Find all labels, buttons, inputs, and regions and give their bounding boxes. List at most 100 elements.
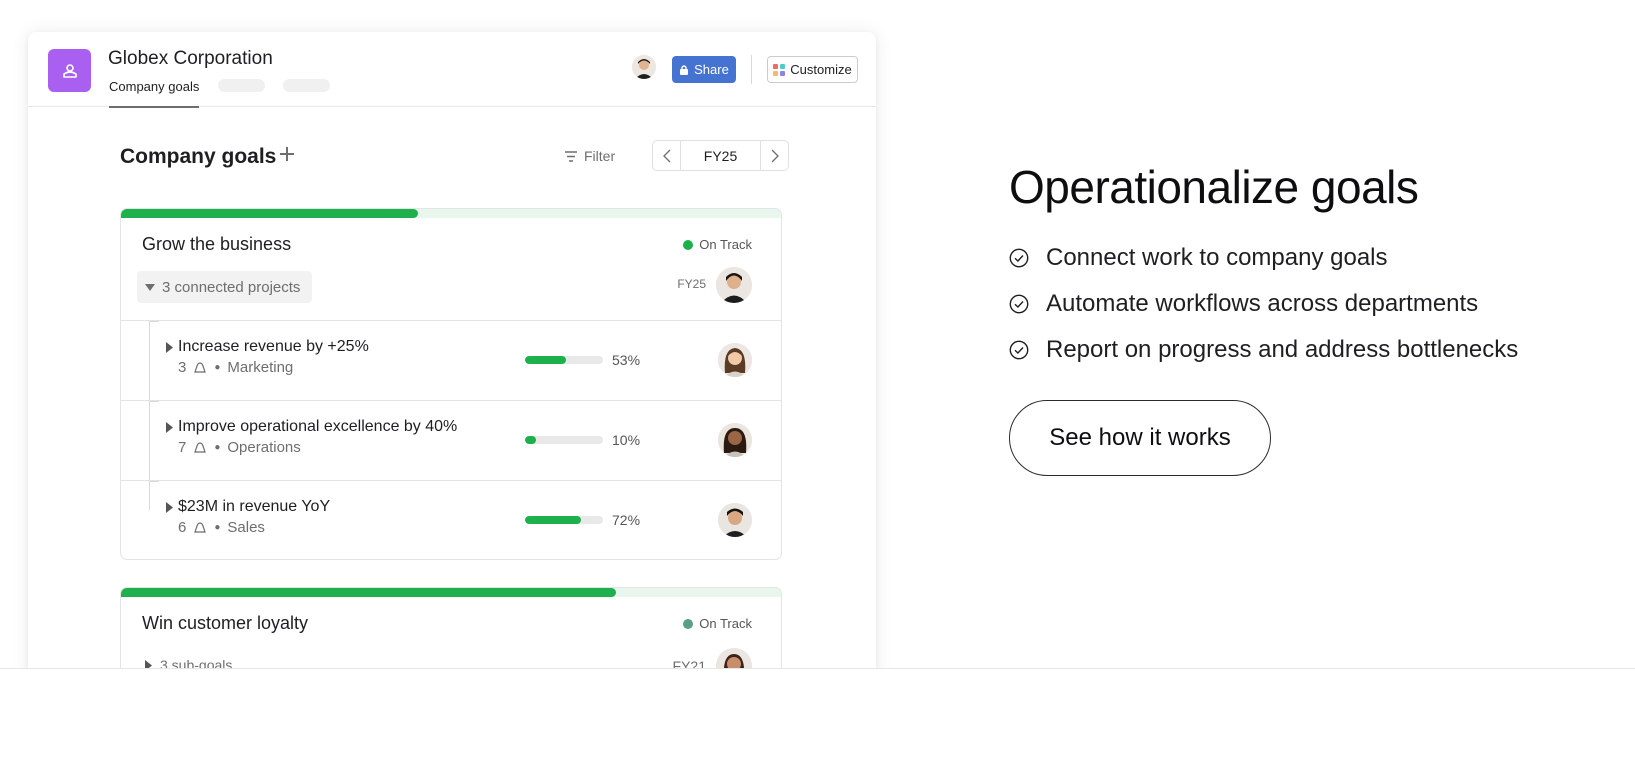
progress-fill: [525, 516, 582, 524]
sub-goal-row[interactable]: Increase revenue by +25% 3 ● Marketing 5…: [121, 320, 781, 400]
progress-percent: 10%: [612, 432, 641, 448]
goal-icon: [194, 521, 207, 533]
benefit-item: Automate workflows across departments: [1009, 281, 1518, 327]
team-logo-icon: [48, 49, 91, 92]
customize-icon: [773, 63, 786, 76]
add-goal-button[interactable]: [275, 142, 299, 166]
progress-percent: 72%: [612, 512, 641, 528]
page-divider: [0, 668, 1635, 669]
goal-progress-fill: [121, 588, 616, 597]
sub-goal-name: $23M in revenue YoY: [178, 498, 331, 515]
customize-button[interactable]: Customize: [767, 56, 858, 83]
goal-name[interactable]: Win customer loyalty: [142, 613, 308, 634]
goal-card[interactable]: Win customer loyalty On Track 3 sub-goal…: [120, 587, 782, 668]
app-header: Globex Corporation Company goals Share C…: [28, 32, 876, 108]
sub-goal-count: 3: [178, 359, 187, 376]
sub-goal-team: Marketing: [227, 359, 294, 376]
status-dot-icon: [683, 618, 694, 629]
plus-icon: [280, 147, 294, 161]
previous-period-button[interactable]: [653, 141, 680, 170]
goal-progress-track: [121, 209, 781, 218]
goal-icon: [194, 441, 207, 453]
share-label: Share: [694, 62, 729, 77]
progress-bar: [525, 436, 603, 444]
app-title: Globex Corporation: [108, 48, 273, 69]
sub-goal-count: 7: [178, 439, 187, 456]
check-circle-icon: [1009, 340, 1029, 360]
goal-owner-avatar[interactable]: [716, 267, 752, 303]
app-window: Globex Corporation Company goals Share C…: [28, 32, 876, 668]
goal-owner-avatar[interactable]: [716, 648, 752, 668]
separator-dot-icon: ●: [214, 362, 221, 373]
header-divider: [751, 55, 752, 84]
benefits-list: Connect work to company goals Automate w…: [1009, 235, 1518, 373]
connected-projects-label: 3 connected projects: [162, 278, 301, 296]
goal-period: FY25: [677, 277, 706, 291]
sub-goal-meta: 6 ● Sales: [178, 519, 265, 536]
filter-icon: [565, 150, 577, 162]
separator-dot-icon: ●: [214, 522, 221, 533]
tab-company-goals[interactable]: Company goals: [109, 79, 200, 108]
filter-button[interactable]: Filter: [564, 148, 615, 164]
caret-right-icon[interactable]: [166, 502, 173, 513]
benefit-text: Automate workflows across departments: [1046, 290, 1479, 317]
benefit-text: Report on progress and address bottlenec…: [1046, 336, 1519, 363]
goal-card[interactable]: Grow the business On Track 3 connected p…: [120, 208, 782, 560]
sub-goal-name: Improve operational excellence by 40%: [178, 418, 458, 435]
progress-bar: [525, 356, 603, 364]
check-circle-icon: [1009, 294, 1029, 314]
status-badge: On Track: [683, 616, 752, 631]
connected-projects-toggle[interactable]: 3 connected projects: [137, 271, 313, 303]
status-badge: On Track: [683, 237, 752, 252]
filter-label: Filter: [584, 148, 616, 164]
progress-fill: [525, 436, 536, 444]
check-circle-icon: [1009, 248, 1029, 268]
benefit-item: Connect work to company goals: [1009, 235, 1518, 281]
sub-goal-owner-avatar[interactable]: [718, 343, 752, 377]
see-how-it-works-button[interactable]: See how it works: [1009, 400, 1271, 476]
sub-goal-name: Increase revenue by +25%: [178, 338, 369, 355]
chevron-left-icon: [662, 149, 670, 162]
sub-goal-team: Operations: [227, 439, 301, 456]
goal-progress-fill: [121, 209, 418, 218]
sub-goals-toggle[interactable]: 3 sub-goals: [145, 657, 232, 668]
chevron-right-icon: [771, 149, 779, 162]
progress-bar: [525, 516, 603, 524]
tab-placeholder: [218, 79, 265, 92]
caret-down-icon: [145, 283, 155, 291]
goal-name[interactable]: Grow the business: [142, 234, 291, 255]
goal-period: FY21: [672, 658, 706, 668]
goal-icon: [194, 361, 207, 373]
share-button[interactable]: Share: [672, 56, 736, 83]
tab-placeholder: [283, 79, 330, 92]
tree-connector: [149, 401, 159, 402]
customize-label: Customize: [790, 62, 852, 77]
sub-goal-row[interactable]: Improve operational excellence by 40% 7 …: [121, 400, 781, 480]
caret-right-icon[interactable]: [166, 422, 173, 433]
status-label: On Track: [699, 237, 752, 252]
lock-icon: [680, 65, 689, 75]
goal-progress-track: [121, 588, 781, 597]
sub-goals-label: 3 sub-goals: [160, 657, 233, 668]
user-avatar[interactable]: [632, 55, 656, 79]
separator-dot-icon: ●: [214, 442, 221, 453]
sub-goal-team: Sales: [227, 519, 265, 536]
sub-goal-meta: 7 ● Operations: [178, 439, 301, 456]
headline: Operationalize goals: [1009, 161, 1419, 213]
sub-goal-row[interactable]: $23M in revenue YoY 6 ● Sales 72%: [121, 480, 781, 559]
caret-right-icon[interactable]: [166, 342, 173, 353]
benefit-item: Report on progress and address bottlenec…: [1009, 327, 1518, 373]
caret-right-icon: [145, 659, 152, 668]
tree-connector: [149, 481, 159, 482]
next-period-button[interactable]: [761, 141, 788, 170]
benefit-text: Connect work to company goals: [1046, 244, 1388, 271]
tree-connector: [149, 321, 159, 322]
sub-goal-owner-avatar[interactable]: [718, 503, 752, 537]
sub-goal-owner-avatar[interactable]: [718, 423, 752, 457]
status-label: On Track: [699, 616, 752, 631]
status-dot-icon: [683, 239, 694, 250]
sub-goal-meta: 3 ● Marketing: [178, 359, 293, 376]
sub-goal-count: 6: [178, 519, 187, 536]
progress-percent: 53%: [612, 352, 641, 368]
stage: Globex Corporation Company goals Share C…: [0, 0, 1635, 668]
